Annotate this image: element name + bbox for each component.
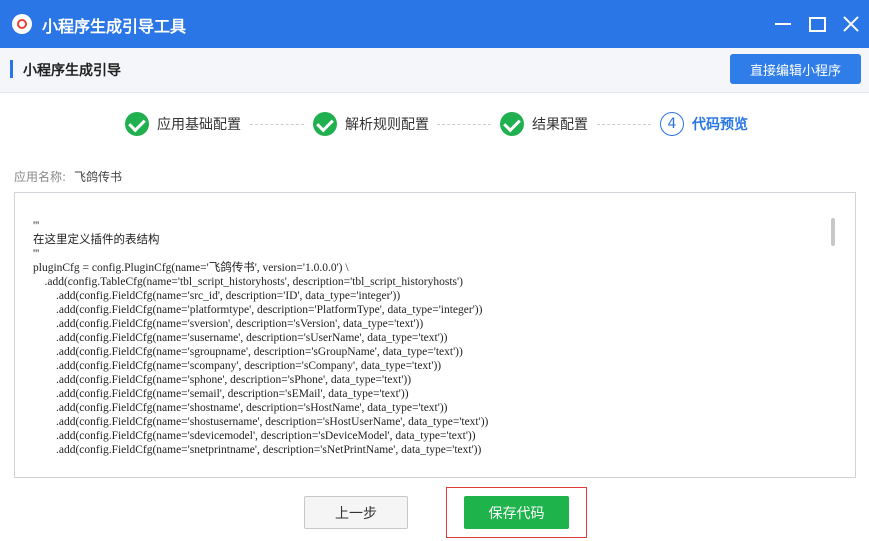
code-line: .add(config.FieldCfg(name='scompany', de… xyxy=(33,360,442,372)
window-title: 小程序生成引导工具 xyxy=(42,17,187,36)
step-parse-rule-config: 解析规则配置 xyxy=(313,108,429,140)
code-preview-area[interactable]: ''' 在这里定义插件的表结构 ''' pluginCfg = config.P… xyxy=(14,192,856,478)
check-circle-icon xyxy=(313,112,337,136)
step-app-basic-config: 应用基础配置 xyxy=(125,108,241,140)
code-line: .add(config.FieldCfg(name='sversion', de… xyxy=(33,318,424,330)
save-code-button[interactable]: 保存代码 xyxy=(464,496,569,529)
maximize-button[interactable] xyxy=(804,12,830,36)
code-line: .add(config.FieldCfg(name='shostusername… xyxy=(33,416,489,428)
app-name-row: 应用名称: 飞鸽传书 xyxy=(14,168,122,185)
minimize-icon xyxy=(775,23,791,25)
code-line: .add(config.FieldCfg(name='semail', desc… xyxy=(33,388,409,400)
code-line: ''' xyxy=(33,220,40,232)
step-label: 结果配置 xyxy=(532,117,588,133)
step-label: 应用基础配置 xyxy=(157,117,241,133)
code-line: ''' xyxy=(33,248,40,260)
section-header: 小程序生成引导 直接编辑小程序 xyxy=(0,48,869,93)
code-line: pluginCfg = config.PluginCfg(name='飞鸽传书'… xyxy=(33,262,349,274)
edit-miniprogram-button[interactable]: 直接编辑小程序 xyxy=(730,54,861,84)
app-name-value: 飞鸽传书 xyxy=(74,170,123,184)
code-line: .add(config.FieldCfg(name='src_id', desc… xyxy=(33,290,401,302)
app-name-label: 应用名称: xyxy=(14,170,67,184)
code-line: .add(config.FieldCfg(name='susername', d… xyxy=(33,332,448,344)
page-title: 小程序生成引导 xyxy=(23,63,121,79)
title-bar: 小程序生成引导工具 xyxy=(0,0,869,48)
step-label: 代码预览 xyxy=(692,117,748,133)
code-line: .add(config.FieldCfg(name='platformtype'… xyxy=(33,304,483,316)
code-line: .add(config.FieldCfg(name='snetprintname… xyxy=(33,444,482,456)
close-button[interactable] xyxy=(838,12,864,36)
maximize-icon xyxy=(808,16,826,32)
minimize-button[interactable] xyxy=(770,12,796,36)
code-text[interactable]: ''' 在这里定义插件的表结构 ''' pluginCfg = config.P… xyxy=(33,219,488,457)
code-line: .add(config.FieldCfg(name='sphone', desc… xyxy=(33,374,412,386)
previous-step-button[interactable]: 上一步 xyxy=(304,496,408,529)
code-line: 在这里定义插件的表结构 xyxy=(33,234,160,246)
code-line: .add(config.FieldCfg(name='sdevicemodel'… xyxy=(33,430,476,442)
scrollbar-thumb[interactable] xyxy=(831,218,835,246)
close-icon xyxy=(841,14,861,34)
app-logo-icon xyxy=(12,14,32,34)
check-circle-icon xyxy=(125,112,149,136)
header-accent-bar xyxy=(10,60,13,78)
code-line: .add(config.FieldCfg(name='sgroupname', … xyxy=(33,346,463,358)
step-number: 4 xyxy=(660,112,684,136)
code-line: .add(config.TableCfg(name='tbl_script_hi… xyxy=(33,276,463,288)
step-label: 解析规则配置 xyxy=(345,117,429,133)
check-circle-icon xyxy=(500,112,524,136)
step-result-config: 结果配置 xyxy=(500,108,588,140)
step-code-preview: 4 代码预览 xyxy=(660,108,748,140)
stepper: 应用基础配置 解析规则配置 结果配置 4 代码预览 xyxy=(0,108,869,140)
code-line: .add(config.FieldCfg(name='shostname', d… xyxy=(33,402,448,414)
